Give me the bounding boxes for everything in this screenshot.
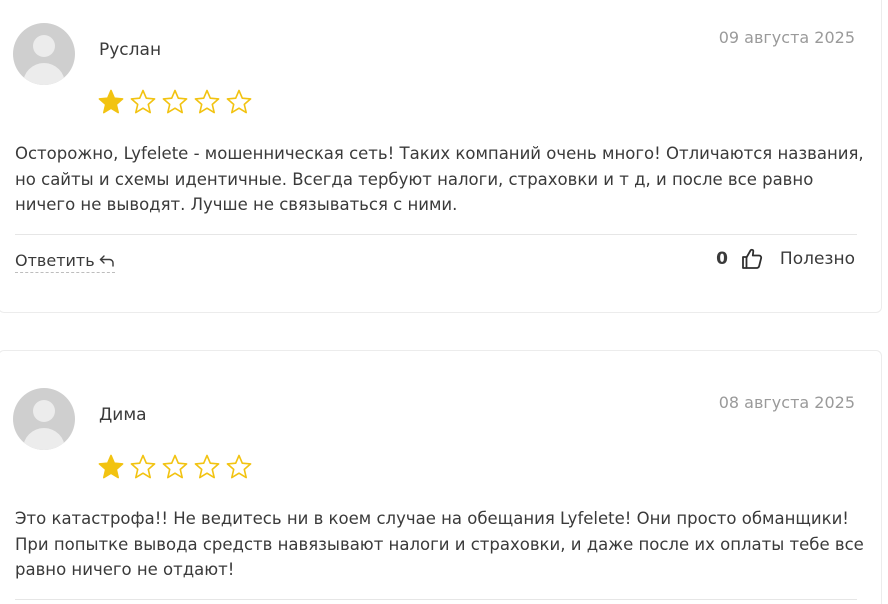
star-filled-icon: [98, 454, 124, 479]
divider: [15, 599, 857, 600]
rating-stars: [97, 88, 253, 116]
rating-stars: [97, 453, 253, 481]
helpful-label[interactable]: Полезно: [780, 249, 855, 269]
user-placeholder-icon: [33, 35, 55, 57]
helpful-block: 0 Полезно: [716, 247, 855, 271]
star-outline-icon: [194, 454, 220, 479]
helpful-count: 0: [716, 249, 728, 269]
star-outline-icon: [226, 454, 252, 479]
avatar: [13, 388, 75, 450]
star-outline-icon: [130, 454, 156, 479]
review-card: Дима 08 августа 2025 Это катастрофа!! Не…: [0, 350, 882, 604]
star-filled-icon: [98, 89, 124, 114]
review-text: Это катастрофа!! Не ведитесь ни в коем с…: [15, 509, 864, 579]
star-outline-icon: [162, 454, 188, 479]
star-outline-icon: [226, 89, 252, 114]
reply-link[interactable]: Ответить: [15, 251, 115, 273]
reply-arrow-icon: [99, 254, 114, 267]
review-author: Руслан: [99, 40, 162, 60]
star-outline-icon: [162, 89, 188, 114]
star-outline-icon: [194, 89, 220, 114]
star-outline-icon: [130, 89, 156, 114]
user-placeholder-icon: [33, 400, 55, 422]
reply-label: Ответить: [15, 251, 95, 270]
review-date: 08 августа 2025: [718, 393, 855, 412]
review-author: Дима: [99, 405, 147, 425]
reviews-list: Руслан 09 августа 2025 Осторожно, Lyfele…: [0, 0, 888, 604]
divider: [15, 234, 857, 235]
thumbs-up-icon[interactable]: [740, 247, 764, 271]
review-card: Руслан 09 августа 2025 Осторожно, Lyfele…: [0, 0, 882, 313]
review-date: 09 августа 2025: [718, 28, 855, 47]
review-text: Осторожно, Lyfelete - мошенническая сеть…: [15, 144, 864, 214]
avatar: [13, 23, 75, 85]
